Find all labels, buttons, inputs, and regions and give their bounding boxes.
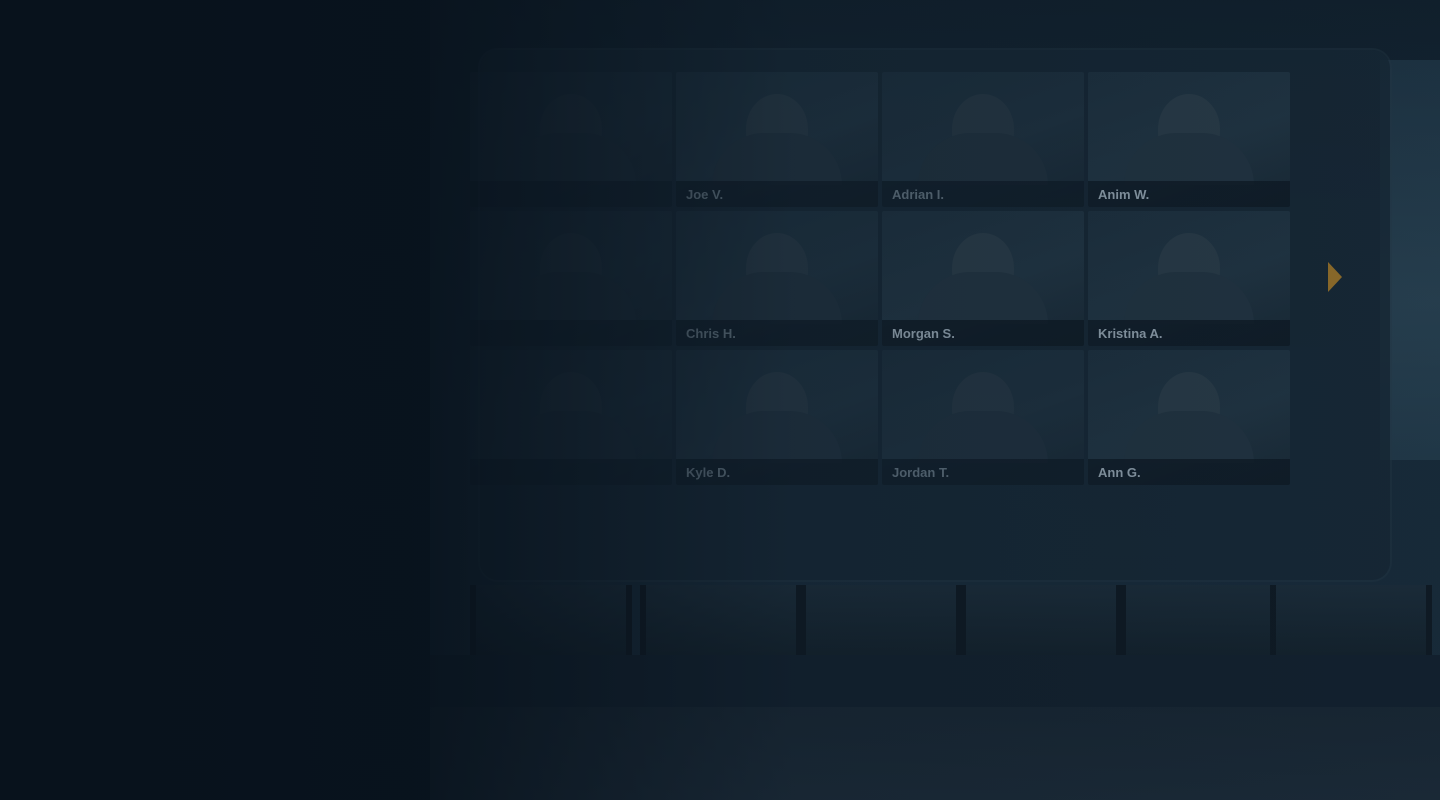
participant-video-body (506, 272, 636, 324)
floor (430, 707, 1440, 800)
chair (1270, 585, 1432, 655)
participant-video-body (712, 272, 842, 324)
participant-tile: Joe V. (676, 72, 878, 207)
participant-tile: Anim W. (1088, 72, 1290, 207)
chair (960, 585, 1122, 655)
conference-table (430, 655, 1440, 707)
participant-tile (470, 350, 672, 485)
chair (800, 585, 962, 655)
participant-tile: Morgan S. (882, 211, 1084, 346)
participant-tile: Ann G. (1088, 350, 1290, 485)
name-bar (470, 459, 672, 485)
participant-video-body (1124, 411, 1254, 463)
chair (1120, 585, 1282, 655)
participant-video-body (918, 272, 1048, 324)
participant-video-body (506, 411, 636, 463)
participant-video-body (712, 133, 842, 185)
participant-video-body (918, 411, 1048, 463)
participant-name: Chris H. (686, 326, 736, 341)
name-bar (470, 320, 672, 346)
chair (470, 585, 632, 655)
participant-video-body (506, 133, 636, 185)
chevron-right-icon (1328, 262, 1342, 292)
participant-video-body (1124, 133, 1254, 185)
participant-tile: Kyle D. (676, 350, 878, 485)
participant-name: Adrian I. (892, 187, 945, 202)
name-bar (470, 181, 672, 207)
participant-video-body (918, 133, 1048, 185)
participant-name: Kristina A. (1098, 326, 1163, 341)
participant-tile: Kristina A. (1088, 211, 1290, 346)
participant-name: Ann G. (1098, 465, 1141, 480)
participant-name: Jordan T. (892, 465, 950, 480)
chair (640, 585, 802, 655)
participant-name: Morgan S. (892, 326, 955, 341)
participant-tile: Chris H. (676, 211, 878, 346)
next-page-arrow[interactable] (1324, 260, 1346, 294)
participant-video-body (1124, 272, 1254, 324)
participant-name: Anim W. (1098, 187, 1150, 202)
participant-tile: Jordan T. (882, 350, 1084, 485)
participant-tile (470, 211, 672, 346)
participant-tile: Adrian I. (882, 72, 1084, 207)
participant-video-body (712, 411, 842, 463)
participant-name: Joe V. (686, 187, 724, 202)
participant-tile (470, 72, 672, 207)
participant-name: Kyle D. (686, 465, 731, 480)
participant-grid: Joe V. Adrian I. Anim W. Chris H. Morgan… (470, 72, 1290, 485)
